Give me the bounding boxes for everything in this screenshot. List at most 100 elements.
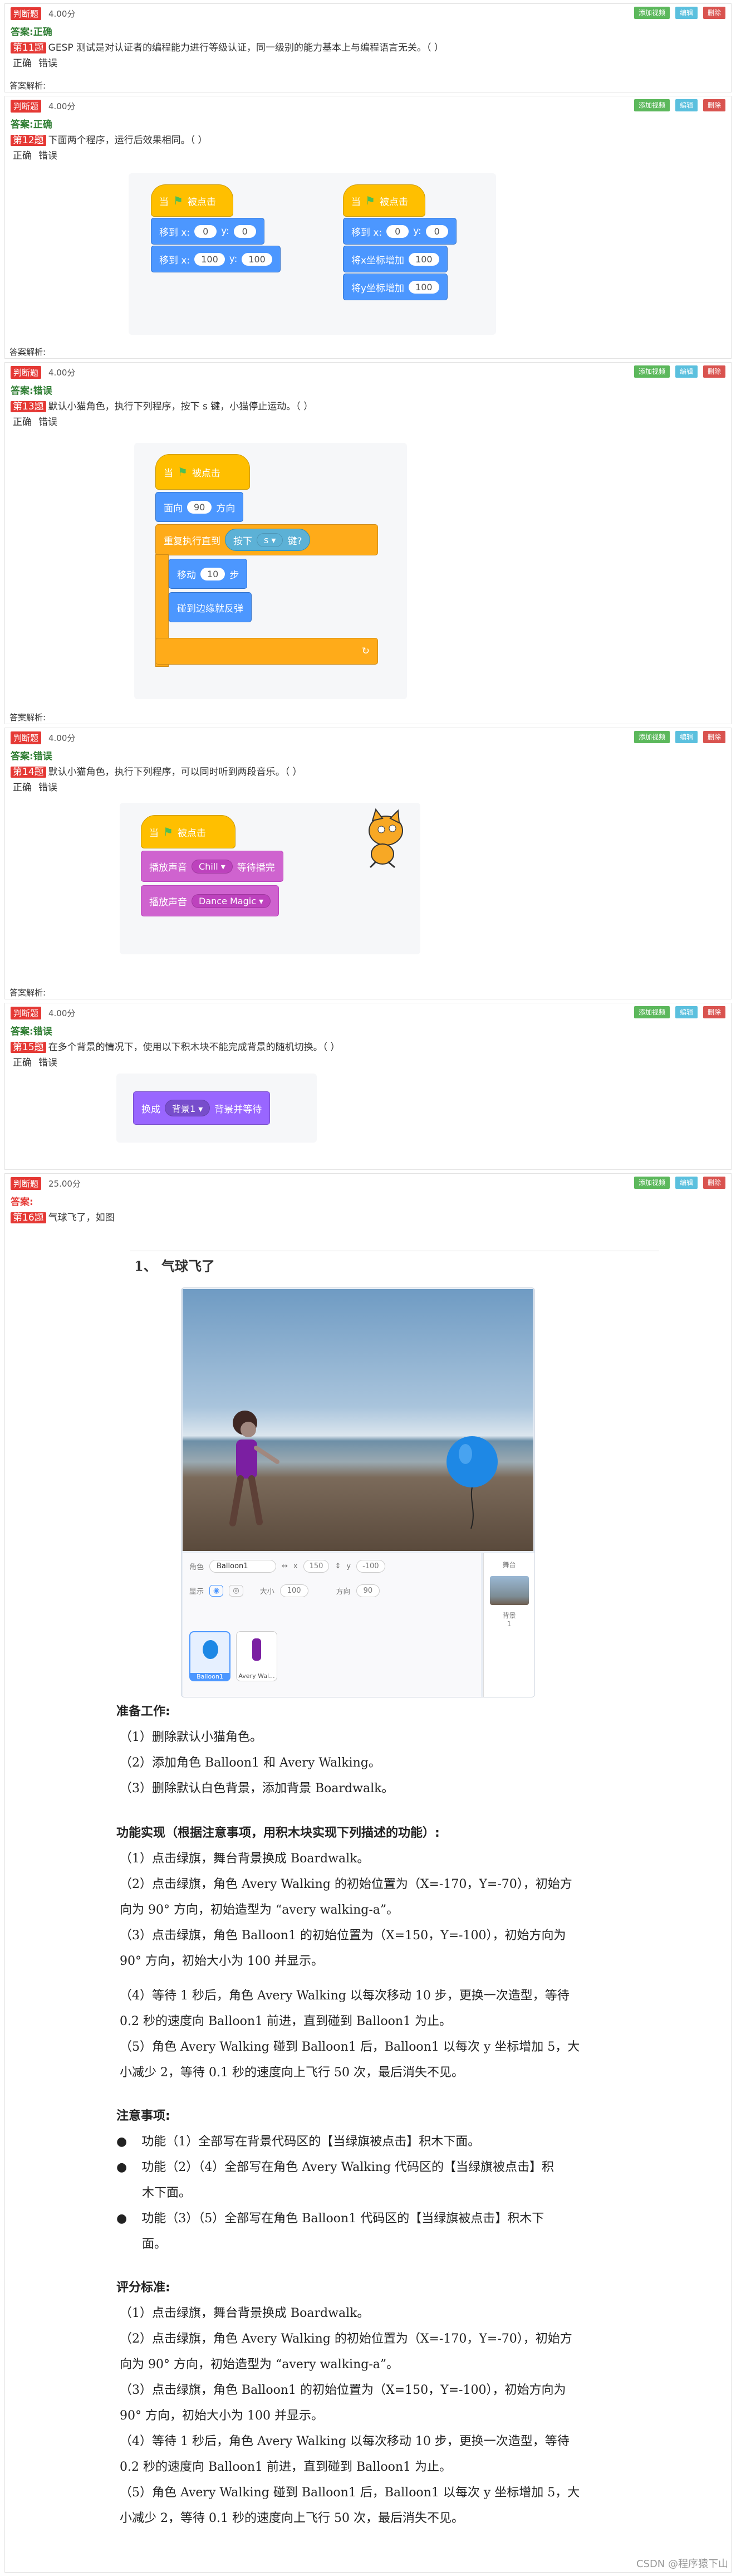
description-line: （3）点击绿旗，角色 Balloon1 的初始位置为（X=150，Y=-100）… <box>120 1929 566 1943</box>
edit-button[interactable]: 编辑 <box>675 1177 698 1189</box>
size-field[interactable]: 100 <box>279 1584 308 1597</box>
option-false[interactable]: 错误 <box>38 1057 57 1069</box>
question-line: 第16题 气球飞了，如图 <box>11 1209 115 1223</box>
section-heading: 评分标准: <box>116 2281 170 2295</box>
move-block: 移动 10 步 <box>169 559 248 589</box>
code-image: 当 ⚑ 被点击 移到 x: 0 y: 0 移到 x: 100 y: 100 当 ⚑ 被点击 移到 x… <box>129 173 496 335</box>
type-tag: 判断题 <box>11 100 42 113</box>
show-eye-icon[interactable]: ◉ <box>209 1585 224 1597</box>
question-card-12: 判断题 4.00分 添加视频 编辑 删除 答案:正确 第12题 下面两个程序，运行… <box>4 96 732 359</box>
delete-button[interactable]: 删除 <box>703 365 725 378</box>
when-flag-hat: 当 ⚑ 被点击 <box>141 815 235 848</box>
add-video-button[interactable]: 添加视频 <box>634 1177 670 1189</box>
delete-button[interactable]: 删除 <box>703 7 725 19</box>
switch-backdrop-and-wait-block: 换成 背景1 ▾ 背景并等待 <box>133 1091 271 1125</box>
stage-thumb[interactable] <box>489 1576 529 1605</box>
description-line: （1）点击绿旗，舞台背景换成 Boardwalk。 <box>120 1852 370 1866</box>
card-header: 判断题 4.00分 <box>5 4 731 21</box>
option-true[interactable]: 正确 <box>13 58 32 69</box>
question-line: 第14题 默认小猫角色，执行下列程序，可以同时听到两段音乐。（ ） <box>11 764 302 778</box>
delete-button[interactable]: 删除 <box>703 1006 725 1018</box>
option-true[interactable]: 正确 <box>13 417 32 428</box>
type-tag: 判断题 <box>11 7 42 20</box>
stage-backdrop <box>183 1289 533 1551</box>
change-y-block: 将y坐标增加 100 <box>343 274 448 300</box>
task-title: 1、 气球飞了 <box>134 1258 215 1274</box>
repeat-end: ↻ <box>155 638 378 665</box>
section-heading: 准备工作: <box>116 1705 170 1719</box>
y-field[interactable]: -100 <box>356 1560 385 1573</box>
sprite-name-field[interactable]: Balloon1 <box>209 1560 277 1573</box>
code-image: 当 ⚑ 被点击 播放声音 Chill ▾ 等待播完 播放声音 Dance Magic ▾ <box>120 803 420 954</box>
direction-field[interactable]: 90 <box>356 1584 380 1597</box>
type-tag: 判断题 <box>11 1177 42 1190</box>
stage-pane: 舞台 背景 1 <box>483 1553 534 1697</box>
goto-block: 移到 x: 0 y: 0 <box>151 218 264 245</box>
delete-button[interactable]: 删除 <box>703 1177 725 1189</box>
when-flag-hat: 当 ⚑ 被点击 <box>343 184 425 217</box>
sprite-thumb-avery[interactable]: Avery Wal... <box>236 1631 277 1681</box>
edit-button[interactable]: 编辑 <box>675 1006 698 1018</box>
x-arrow-icon: ↔ <box>282 1562 288 1570</box>
description-line: （1）点击绿旗，舞台背景换成 Boardwalk。 <box>120 2306 370 2320</box>
delete-button[interactable]: 删除 <box>703 99 725 111</box>
option-false[interactable]: 错误 <box>38 417 57 428</box>
answer: 答案:错误 <box>11 386 52 397</box>
question-card-13: 判断题 4.00分 添加视频 编辑 删除 答案:错误 第13题 默认小猫角色，执行… <box>4 362 732 724</box>
edit-button[interactable]: 编辑 <box>675 731 698 743</box>
sprite-thumb-balloon[interactable]: Balloon1 <box>189 1631 230 1681</box>
question-line: 第11题 GESP 测试是对认证者的编程能力进行等级认证，同一级别的能力基本上与编… <box>11 40 444 53</box>
point-direction-block: 面向 90 方向 <box>155 492 244 522</box>
question-line: 第13题 默认小猫角色，执行下列程序，按下 s 键，小猫停止运动。（ ） <box>11 398 313 412</box>
question-number: 第13题 <box>11 401 46 412</box>
cat-sprite-icon <box>354 808 415 870</box>
y-arrow-icon: ↕ <box>335 1562 341 1570</box>
explanation-label: 答案解析: <box>9 347 46 357</box>
description-line: 向为 90° 方向，初始造型为 “avery walking-a”。 <box>120 1903 399 1917</box>
change-x-block: 将x坐标增加 100 <box>343 246 448 272</box>
hide-eye-icon[interactable]: ◎ <box>229 1585 243 1597</box>
question-text: 下面两个程序，运行后效果相同。（ ） <box>48 135 208 146</box>
question-number: 第12题 <box>11 135 46 146</box>
score: 25.00分 <box>48 1179 81 1189</box>
description-line: 0.2 秒的速度向 Balloon1 前进，直到碰到 Balloon1 为止。 <box>120 2014 452 2028</box>
type-tag: 判断题 <box>11 1007 42 1019</box>
option-false[interactable]: 错误 <box>38 782 57 793</box>
edit-button[interactable]: 编辑 <box>675 7 698 19</box>
question-card-11: 判断题 4.00分 添加视频 编辑 删除 答案:正确 第11题 GESP 测试是对… <box>4 3 732 92</box>
goto-block: 移到 x: 100 y: 100 <box>151 246 281 272</box>
options: 正确 错误 <box>13 1055 64 1069</box>
watermark: CSDN @程序猿下山 <box>636 2558 728 2570</box>
option-true[interactable]: 正确 <box>13 150 32 162</box>
add-video-button[interactable]: 添加视频 <box>634 7 670 19</box>
question-card-15: 判断题 4.00分 添加视频 编辑 删除 答案:错误 第15题 在多个背景的情况下… <box>4 1003 732 1170</box>
add-video-button[interactable]: 添加视频 <box>634 365 670 378</box>
description-line: （4）等待 1 秒后，角色 Avery Walking 以每次移动 10 步，更… <box>120 2434 570 2448</box>
question-number: 第14题 <box>11 767 46 778</box>
green-flag-icon: ⚑ <box>365 194 375 207</box>
add-video-button[interactable]: 添加视频 <box>634 1006 670 1018</box>
question-number: 第15题 <box>11 1042 46 1053</box>
edit-button[interactable]: 编辑 <box>675 365 698 378</box>
option-false[interactable]: 错误 <box>38 58 57 69</box>
option-true[interactable]: 正确 <box>13 782 32 793</box>
section-heading: 注意事项: <box>116 2109 170 2123</box>
question-line: 第12题 下面两个程序，运行后效果相同。（ ） <box>11 132 208 146</box>
description-line: （2）点击绿旗，角色 Avery Walking 的初始位置为（X=-170，Y… <box>120 2332 572 2346</box>
edit-button[interactable]: 编辑 <box>675 99 698 111</box>
x-field[interactable]: 150 <box>303 1560 330 1573</box>
description-line: 小减少 2，等待 0.1 秒的速度向上飞行 50 次，最后消失不见。 <box>120 2511 464 2525</box>
options: 正确 错误 <box>13 148 64 162</box>
description-line: 木下面。 <box>142 2186 192 2200</box>
option-false[interactable]: 错误 <box>38 150 57 162</box>
question-text: 在多个背景的情况下，使用以下积木块不能完成背景的随机切换。（ ） <box>48 1042 340 1053</box>
option-true[interactable]: 正确 <box>13 1057 32 1069</box>
start-sound-block: 播放声音 Dance Magic ▾ <box>141 885 279 916</box>
delete-button[interactable]: 删除 <box>703 731 725 743</box>
add-video-button[interactable]: 添加视频 <box>634 99 670 111</box>
description-line: （1）删除默认小猫角色。 <box>120 1730 262 1744</box>
add-video-button[interactable]: 添加视频 <box>634 731 670 743</box>
section-heading: 功能实现（根据注意事项，用积木块实现下列描述的功能）: <box>116 1826 440 1840</box>
description-line: （5）角色 Avery Walking 碰到 Balloon1 后，Balloo… <box>120 2486 580 2500</box>
green-flag-icon: ⚑ <box>173 194 183 207</box>
